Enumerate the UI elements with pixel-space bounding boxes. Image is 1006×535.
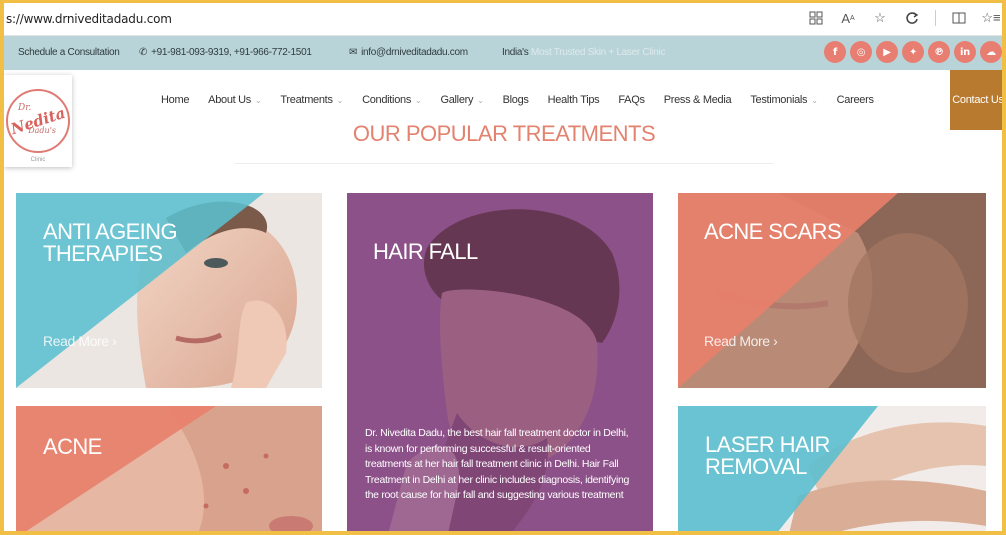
chevron-down-icon: ⌄ — [255, 96, 262, 105]
split-screen-icon[interactable] — [950, 9, 968, 27]
card-laser-hair-removal[interactable]: LASER HAIR REMOVAL — [678, 406, 986, 531]
card-title: ACNE SCARS — [704, 219, 842, 244]
read-more-link[interactable]: Read More › — [43, 333, 117, 349]
social-links: f ◎ ▶ ✦ ℗ in ☁ — [824, 41, 1002, 63]
nav-label: Conditions — [362, 94, 412, 106]
instagram-icon[interactable]: ◎ — [850, 41, 872, 63]
card-title-line: THERAPIES — [43, 241, 163, 266]
browser-toolbar: AA ☆ ☆≡ — [807, 9, 1001, 27]
card-title-line: REMOVAL — [705, 454, 807, 479]
logo-emblem: Dr. Nedita Dadu's — [6, 89, 70, 153]
nav-label: Careers — [836, 94, 874, 106]
pinterest-icon[interactable]: ℗ — [928, 41, 950, 63]
url-text[interactable]: s://www.drniveditadadu.com — [4, 12, 172, 26]
nav-faqs[interactable]: FAQs — [618, 94, 645, 106]
card-title: HAIR FALL — [373, 239, 478, 264]
chevron-down-icon: ⌄ — [336, 96, 344, 105]
cloud-icon[interactable]: ☁ — [980, 41, 1002, 63]
refresh-icon[interactable] — [903, 9, 921, 27]
nav-label: Blogs — [502, 94, 529, 106]
card-title: LASER HAIR REMOVAL — [705, 434, 830, 478]
toolbar-divider — [935, 10, 936, 26]
chevron-down-icon: ⌄ — [415, 96, 422, 105]
nav-label: About Us — [208, 94, 252, 106]
youtube-icon[interactable]: ▶ — [876, 41, 898, 63]
card-hair-fall[interactable]: HAIR FALL Dr. Nivedita Dadu, the best ha… — [347, 193, 653, 531]
top-info-bar: Schedule a Consultation ✆ +91-981-093-931… — [4, 36, 1002, 70]
twitter-icon[interactable]: ✦ — [902, 41, 924, 63]
section-divider — [234, 163, 774, 164]
facebook-icon[interactable]: f — [824, 41, 846, 63]
nav-testimonials[interactable]: Testimonials ⌄ — [750, 94, 818, 106]
card-title: ANTI AGEING THERAPIES — [43, 221, 178, 266]
nav-blogs[interactable]: Blogs — [503, 94, 529, 106]
email-text: info@drniveditadadu.com — [361, 47, 468, 58]
email-link[interactable]: ✉ info@drniveditadadu.com — [349, 47, 468, 58]
tagline-prefix: India's — [502, 47, 529, 58]
nav-label: Press & Media — [663, 94, 732, 106]
section-title: OUR POPULAR TREATMENTS — [352, 121, 656, 146]
logo-dr-text: Dr. — [18, 103, 32, 113]
favorite-star-icon[interactable]: ☆ — [871, 9, 889, 27]
nav-menu: Home About Us ⌄ Treatments ⌄ Conditions ⌄ G… — [161, 94, 893, 106]
card-description: Dr. Nivedita Dadu, the best hair fall tr… — [365, 427, 630, 501]
mail-icon: ✉ — [349, 47, 358, 58]
schedule-consultation-link[interactable]: Schedule a Consultation — [18, 47, 120, 58]
nav-gallery[interactable]: Gallery ⌄ — [440, 94, 483, 106]
nav-press-media[interactable]: Press & Media — [664, 94, 732, 106]
chevron-down-icon: ⌄ — [811, 96, 818, 105]
linkedin-icon[interactable]: in — [954, 41, 976, 63]
nav-label: Treatments — [280, 94, 333, 106]
nav-label: Health Tips — [547, 94, 600, 106]
nav-treatments[interactable]: Treatments ⌄ — [280, 94, 343, 106]
phone-text: +91-981-093-9319, +91-966-772-1501 — [151, 47, 312, 58]
nav-label: FAQs — [618, 94, 645, 106]
address-bar[interactable]: s://www.drniveditadadu.com AA ☆ ☆≡ — [4, 3, 1002, 36]
nav-careers[interactable]: Careers — [837, 94, 874, 106]
browser-window: s://www.drniveditadadu.com AA ☆ ☆≡ Sched… — [0, 0, 1006, 535]
card-title: ACNE — [43, 434, 102, 459]
read-aloud-icon[interactable]: AA — [839, 9, 857, 27]
clinic-logo[interactable]: Dr. Nedita Dadu's Clinic — [4, 75, 72, 167]
favorites-list-icon[interactable]: ☆≡ — [981, 9, 1000, 27]
phone-icon: ✆ — [139, 47, 148, 58]
nav-conditions[interactable]: Conditions ⌄ — [362, 94, 422, 106]
grid-icon[interactable] — [807, 9, 825, 27]
card-acne[interactable]: ACNE — [16, 406, 322, 531]
tagline: India's Most Trusted Skin + Laser Clinic — [502, 47, 665, 58]
chevron-down-icon: ⌄ — [477, 96, 484, 105]
logo-sub-text: Dadu's — [28, 126, 56, 135]
nav-label: Home — [161, 94, 190, 106]
nav-health-tips[interactable]: Health Tips — [548, 94, 600, 106]
phone-numbers[interactable]: ✆ +91-981-093-9319, +91-966-772-1501 — [139, 47, 312, 58]
tagline-rest: Most Trusted Skin + Laser Clinic — [530, 47, 666, 58]
nav-label: Testimonials — [750, 94, 808, 106]
nav-about-us[interactable]: About Us ⌄ — [208, 94, 262, 106]
card-anti-ageing[interactable]: ANTI AGEING THERAPIES Read More › — [16, 193, 322, 388]
card-acne-scars[interactable]: ACNE SCARS Read More › — [678, 193, 986, 388]
read-more-link[interactable]: Read More › — [704, 333, 778, 349]
nav-label: Gallery — [440, 94, 474, 106]
logo-clinic-text: Clinic — [30, 157, 46, 163]
nav-home[interactable]: Home — [161, 94, 189, 106]
acne-skin-illustration — [16, 406, 322, 531]
